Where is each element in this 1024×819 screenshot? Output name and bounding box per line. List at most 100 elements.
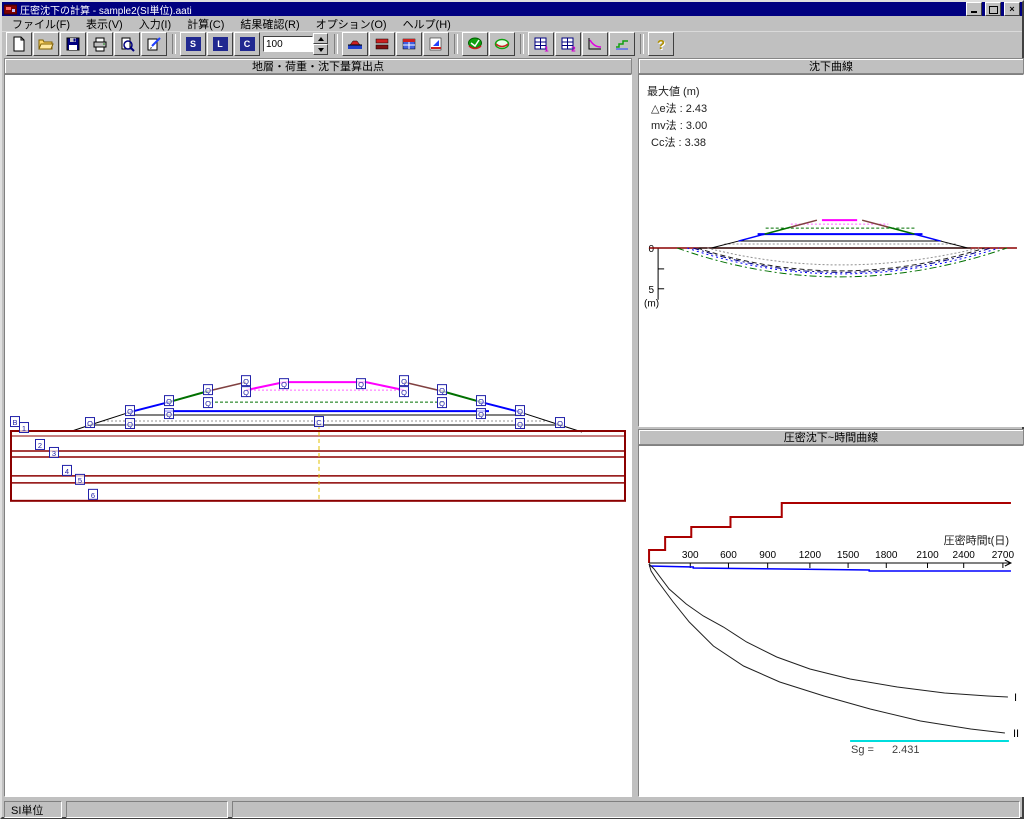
table-2-icon: 2 [560,36,576,52]
maximize-button[interactable] [985,2,1001,16]
app-icon [4,4,17,15]
result-table2-button[interactable]: 2 [555,32,581,56]
time-axis-label: 圧密時間t(日) [944,532,1009,548]
svg-text:1: 1 [22,424,26,433]
svg-text:I: I [1014,692,1017,704]
menu-item-calc[interactable]: 計算(C) [179,16,232,32]
save-button[interactable] [60,32,86,56]
result-table1-button[interactable]: 1 [528,32,554,56]
svg-text:Q: Q [205,386,211,395]
menu-item-view[interactable]: 表示(V) [78,16,131,32]
time-curve1-button[interactable] [582,32,608,56]
layer-view-button[interactable] [369,32,395,56]
max-value-cc: Cc法 : 3.38 [651,134,707,150]
time-curve2-button[interactable] [609,32,635,56]
new-file-button[interactable] [6,32,32,56]
svg-text:300: 300 [682,550,699,561]
c-view-button[interactable]: C [234,32,260,56]
zoom-spin-up[interactable] [313,33,328,44]
status-cell-3 [232,801,1020,818]
open-folder-icon [38,36,54,52]
open-file-button[interactable] [33,32,59,56]
sg-label: Sg = [851,744,874,756]
menu-item-options[interactable]: オプション(O) [308,16,395,32]
status-bar: SI単位 [4,801,1020,818]
sg-value: 2.431 [892,744,920,756]
settlement-panel-title: 沈下曲線 [638,58,1024,74]
svg-text:900: 900 [759,550,776,561]
settlement-circle-button[interactable] [462,32,488,56]
toolbar-separator [334,34,338,54]
menu-item-help[interactable]: ヘルプ(H) [395,16,459,32]
max-values-block: 最大値 (m) △e法 : 2.43 mv法 : 3.00 Cc法 : 3.38 [647,83,707,150]
svg-text:2400: 2400 [953,550,976,561]
settlement-drawing-area[interactable]: 05(m) 最大値 (m) △e法 : 2.43 mv法 : 3.00 Cc法 … [638,74,1024,427]
svg-text:0: 0 [648,244,654,255]
svg-text:Q: Q [439,399,445,408]
s-view-button[interactable]: S [180,32,206,56]
menu-item-results[interactable]: 結果確認(R) [232,16,307,32]
time-curve-panel-title: 圧密沈下~時間曲線 [638,429,1024,445]
status-unit-cell: SI単位 [4,801,62,818]
svg-text:Q: Q [517,407,523,416]
step-curve-icon [614,36,630,52]
point-view-button[interactable] [423,32,449,56]
svg-text:(m): (m) [644,299,659,310]
l-view-button[interactable]: L [207,32,233,56]
zoom-control [263,33,328,55]
flag-point-icon [428,36,444,52]
c-view-icon: C [240,37,255,51]
svg-text:2700: 2700 [992,550,1015,561]
toolbar-separator [520,34,524,54]
svg-text:C: C [316,418,322,427]
embankment-section-icon [347,36,363,52]
svg-text:2: 2 [571,46,576,53]
down-arrow-icon [318,48,324,52]
soil-layers-icon [374,36,390,52]
max-values-title: 最大値 (m) [647,83,707,99]
menu-item-input[interactable]: 入力(I) [131,16,179,32]
svg-text:600: 600 [720,550,737,561]
minimize-button[interactable] [966,2,982,16]
printer-icon [92,36,108,52]
svg-text:Q: Q [517,420,523,429]
grid-section-view-button[interactable] [396,32,422,56]
max-value-de: △e法 : 2.43 [651,100,707,116]
menu-item-file[interactable]: ファイル(F) [4,16,78,32]
svg-text:Q: Q [127,420,133,429]
magnifier-page-icon [119,36,135,52]
svg-text:Q: Q [127,407,133,416]
zoom-percent-input[interactable] [263,36,313,52]
section-panel-title: 地層・荷重・沈下量算出点 [4,58,632,74]
status-cell-2 [66,801,228,818]
section-view-button[interactable] [342,32,368,56]
svg-text:5: 5 [78,476,82,485]
time-curve-panel: 圧密沈下~時間曲線 300600900120015001800210024002… [638,429,1024,797]
svg-text:3: 3 [52,449,56,458]
section-drawing-area[interactable]: QQQQQQQQQQQQQQQQQQQQCB123456 [4,74,632,797]
svg-text:Q: Q [281,380,287,389]
title-bar: 圧密沈下の計算 - sample2(SI単位).aati × [2,2,1022,16]
close-button[interactable]: × [1004,2,1020,16]
time-drawing-area[interactable]: 300600900120015001800210024002700III 圧密時… [638,445,1024,797]
new-file-icon [11,36,27,52]
toolbar-separator [172,34,176,54]
print-preview-button[interactable] [114,32,140,56]
print-button[interactable] [87,32,113,56]
edit-conditions-button[interactable] [141,32,167,56]
zoom-spin-down[interactable] [313,44,328,55]
svg-text:4: 4 [65,467,69,476]
svg-text:B: B [13,418,18,427]
svg-text:Q: Q [401,377,407,386]
settlement-curve-button[interactable] [489,32,515,56]
svg-text:1200: 1200 [799,550,822,561]
svg-text:Q: Q [557,419,563,428]
svg-text:Q: Q [166,410,172,419]
help-button[interactable]: ? [648,32,674,56]
app-window: 圧密沈下の計算 - sample2(SI単位).aati × ファイル(F) 表… [0,0,1024,819]
floppy-icon [65,36,81,52]
time-curve-drawing: 300600900120015001800210024002700III [639,446,1023,796]
decay-curve-icon [587,36,603,52]
table-1-icon: 1 [533,36,549,52]
svg-text:Q: Q [439,386,445,395]
